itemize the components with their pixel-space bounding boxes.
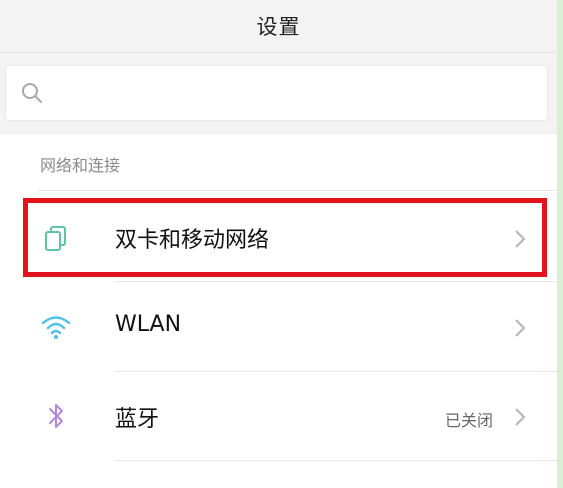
row-divider (115, 281, 557, 282)
search-icon (22, 83, 42, 103)
row-label: 蓝牙 (115, 407, 160, 432)
row-label: WLAN (115, 312, 182, 337)
bluetooth-icon (40, 400, 72, 432)
dual-sim-icon (40, 222, 72, 254)
row-label: 双卡和移动网络 (115, 228, 270, 253)
section-divider (38, 190, 557, 191)
settings-screen: 设置 网络和连接 双卡和移动网络 WLAN 蓝牙 已关闭 (0, 0, 557, 488)
title-bar: 设置 (0, 0, 557, 53)
chevron-right-icon (515, 408, 526, 426)
page-title: 设置 (256, 15, 301, 39)
row-dual-sim-mobile-network[interactable]: 双卡和移动网络 (0, 194, 557, 282)
right-edge-strip (557, 0, 563, 488)
search-input[interactable] (56, 74, 540, 114)
search-area (0, 53, 557, 134)
bluetooth-status: 已关闭 (444, 411, 493, 430)
section-title: 网络和连接 (40, 156, 121, 175)
chevron-right-icon (515, 230, 526, 248)
chevron-right-icon (515, 319, 526, 337)
row-divider (115, 460, 557, 461)
wifi-icon (40, 311, 72, 343)
row-bluetooth[interactable]: 蓝牙 已关闭 (0, 372, 557, 461)
search-box[interactable] (5, 65, 548, 121)
row-wlan[interactable]: WLAN (0, 283, 557, 372)
